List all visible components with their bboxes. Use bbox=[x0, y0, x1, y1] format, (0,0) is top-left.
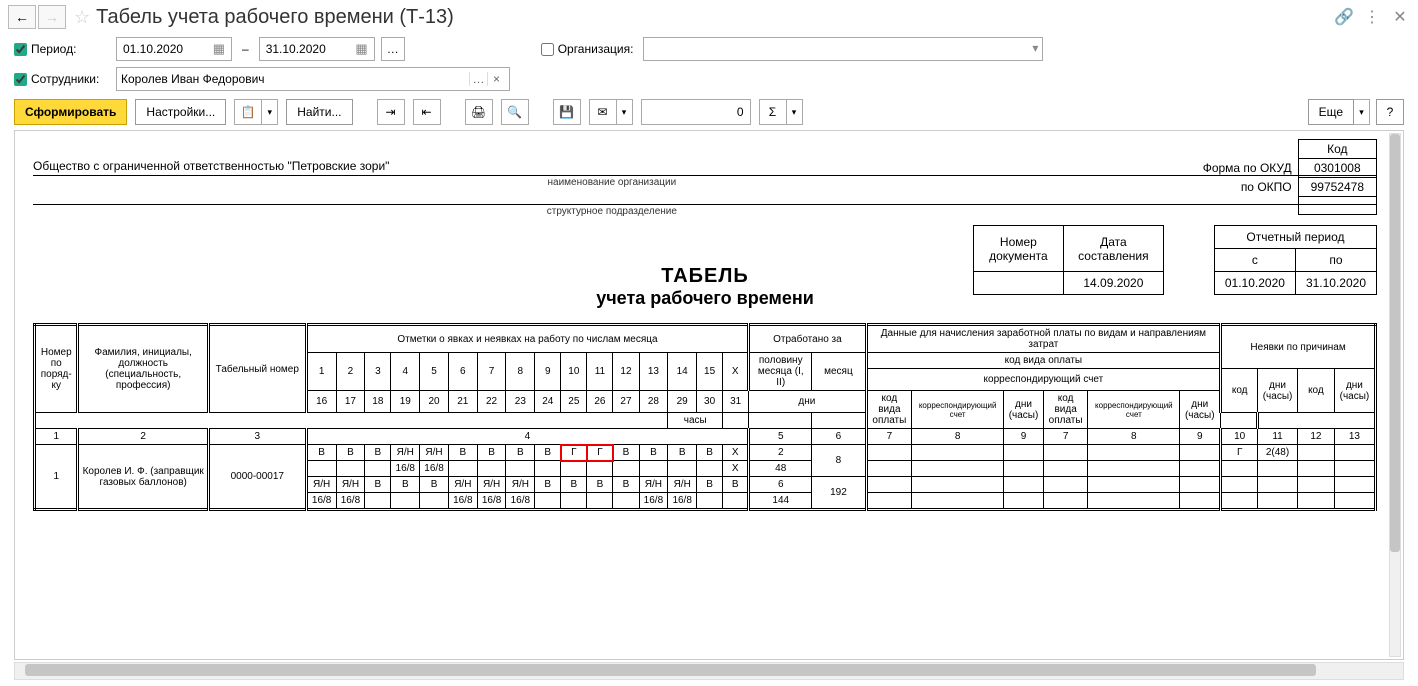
collapse-icon[interactable]: ⇤ bbox=[413, 99, 441, 125]
print-icon[interactable]: 🖨 bbox=[465, 99, 493, 125]
org-name: Общество с ограниченной ответственностью… bbox=[33, 159, 389, 173]
calendar-icon[interactable]: ▦ bbox=[355, 41, 367, 57]
employee-clear-button[interactable]: × bbox=[487, 72, 505, 86]
report-preview: Код Форма по ОКУД0301008 по ОКПО99752478… bbox=[14, 130, 1404, 660]
date-from-input[interactable]: 01.10.2020▦ bbox=[116, 37, 232, 61]
window-title: Табель учета рабочего времени (Т-13) bbox=[96, 6, 454, 29]
table-row: 1 Королев И. Ф. (заправщик газовых балло… bbox=[35, 445, 1376, 461]
employees-checkbox[interactable]: Сотрудники: bbox=[14, 72, 110, 86]
org-select[interactable] bbox=[643, 37, 1043, 61]
date-separator: – bbox=[242, 42, 249, 56]
report-subtitle: учета рабочего времени bbox=[33, 288, 1377, 309]
period-checkbox[interactable]: Период: bbox=[14, 42, 110, 56]
org-checkbox[interactable]: Организация: bbox=[541, 42, 634, 56]
employee-input[interactable]: Королев Иван Федорович … × bbox=[116, 67, 510, 91]
date-to-input[interactable]: 31.10.2020▦ bbox=[259, 37, 375, 61]
link-icon[interactable]: 🔗 bbox=[1334, 7, 1354, 27]
favorite-star-icon[interactable]: ☆ bbox=[74, 7, 90, 28]
preview-icon[interactable]: 🔍 bbox=[501, 99, 529, 125]
kebab-menu-icon[interactable]: ⋮ bbox=[1362, 7, 1382, 27]
settings-button[interactable]: Настройки... bbox=[135, 99, 226, 125]
calendar-icon[interactable]: ▦ bbox=[213, 41, 225, 57]
close-icon[interactable]: ✕ bbox=[1390, 7, 1410, 27]
sigma-icon[interactable]: Σ bbox=[759, 99, 787, 125]
back-button[interactable]: ← bbox=[8, 5, 36, 29]
horizontal-scrollbar[interactable] bbox=[14, 662, 1404, 680]
timesheet-table: Номер по поряд-ку Фамилия, инициалы, дол… bbox=[33, 323, 1377, 511]
paste-dropdown-icon[interactable]: ▾ bbox=[262, 99, 278, 125]
forward-button[interactable]: → bbox=[38, 5, 66, 29]
more-button[interactable]: Еще bbox=[1308, 99, 1354, 125]
report-title: ТАБЕЛЬ bbox=[33, 265, 1377, 288]
more-dropdown-icon[interactable]: ▾ bbox=[1354, 99, 1370, 125]
expand-icon[interactable]: ⇥ bbox=[377, 99, 405, 125]
number-input[interactable]: 0 bbox=[641, 99, 751, 125]
employee-select-button[interactable]: … bbox=[469, 72, 487, 86]
generate-button[interactable]: Сформировать bbox=[14, 99, 127, 125]
mail-icon[interactable]: ✉ bbox=[589, 99, 617, 125]
help-button[interactable]: ? bbox=[1376, 99, 1404, 125]
paste-icon[interactable]: 📋 bbox=[234, 99, 262, 125]
vertical-scrollbar[interactable] bbox=[1389, 133, 1401, 657]
period-options-button[interactable]: … bbox=[381, 37, 405, 61]
sigma-dropdown-icon[interactable]: ▾ bbox=[787, 99, 803, 125]
mail-dropdown-icon[interactable]: ▾ bbox=[617, 99, 633, 125]
find-button[interactable]: Найти... bbox=[286, 99, 352, 125]
save-icon[interactable]: 💾 bbox=[553, 99, 581, 125]
